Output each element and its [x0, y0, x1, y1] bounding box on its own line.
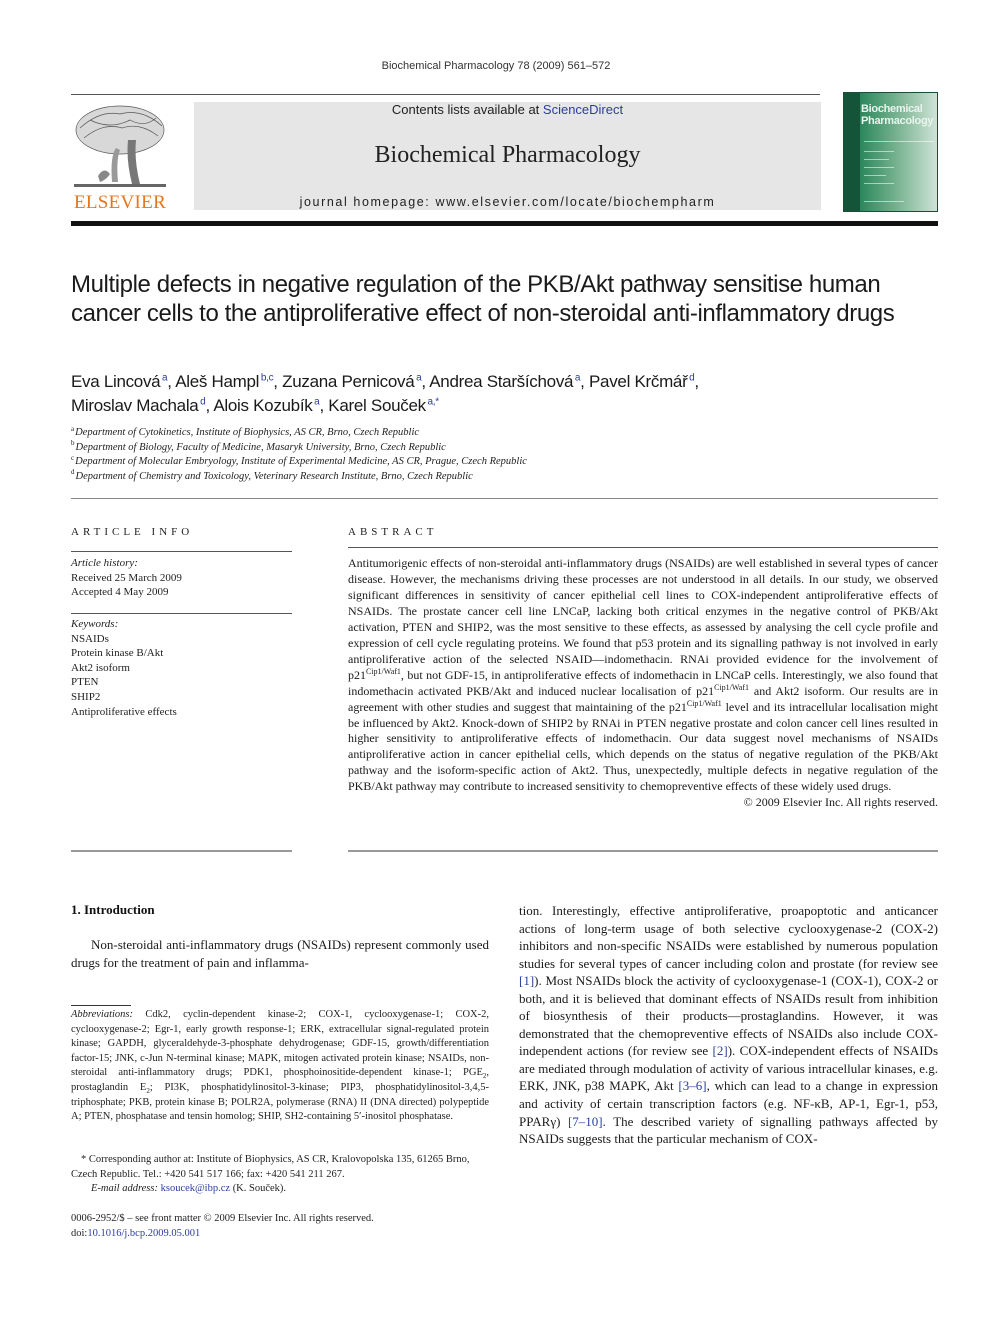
abstract-text: Antitumorigenic effects of non-steroidal… — [348, 556, 938, 810]
abbreviations-label: Abbreviations: — [71, 1009, 134, 1020]
abstract-bottom-divider — [348, 850, 938, 852]
keyword: SHIP2 — [71, 690, 101, 703]
keyword: Protein kinase B/Akt — [71, 647, 164, 660]
author-separator: , — [580, 372, 590, 391]
author-name[interactable]: Eva Lincová — [71, 372, 161, 391]
affiliation: dDepartment of Chemistry and Toxicology,… — [71, 468, 931, 485]
author-separator: , — [167, 372, 176, 391]
author-separator: , — [273, 372, 283, 391]
author-name[interactable]: Zuzana Pernicová — [282, 372, 415, 391]
keyword: Antiproliferative effects — [71, 705, 177, 718]
author-name[interactable]: Andrea Staršíchová — [429, 372, 573, 391]
keyword: PTEN — [71, 676, 99, 689]
cover-line — [864, 175, 886, 176]
footnote-divider — [71, 1005, 131, 1006]
doi-line: doi:10.1016/j.bcp.2009.05.001 — [71, 1228, 201, 1239]
affiliation-text: Department of Biology, Faculty of Medici… — [75, 441, 446, 453]
affiliation-text: Department of Cytokinetics, Institute of… — [75, 427, 420, 438]
keyword: Akt2 isoform — [71, 661, 130, 674]
author-name[interactable]: Miroslav Machala — [71, 396, 199, 415]
article-info-divider — [71, 551, 292, 552]
abbreviations-footnote: Abbreviations: Cdk2, cyclin-dependent ki… — [71, 1009, 489, 1123]
cover-title: Biochemical Pharmacology — [861, 103, 934, 127]
corresponding-author-footnote: * Corresponding author at: Institute of … — [71, 1153, 489, 1197]
abstract-divider — [348, 547, 938, 548]
contents-prefix: Contents lists available at — [391, 102, 543, 117]
keywords-label: Keywords: — [71, 618, 119, 630]
elsevier-tree-icon — [74, 105, 166, 187]
cover-stripe — [844, 93, 860, 211]
affiliation-list: aDepartment of Cytokinetics, Institute o… — [71, 424, 931, 485]
reference-link[interactable]: [7–10] — [568, 1114, 603, 1129]
article-info-bottom-divider — [71, 850, 292, 852]
issn-line: 0006-2952/$ – see front matter © 2009 El… — [71, 1213, 374, 1224]
received-date: Received 25 March 2009 — [71, 571, 182, 584]
author-list: Eva Lincová a, Aleš Hampl b,c, Zuzana Pe… — [71, 370, 931, 418]
corresponding-author-address: * Corresponding author at: Institute of … — [71, 1154, 470, 1180]
copyright-notice: © 2009 Elsevier Inc. All rights reserved… — [743, 795, 938, 810]
top-divider — [71, 94, 820, 95]
article-info-divider — [71, 613, 292, 614]
affiliation-key: a — [71, 424, 75, 433]
introduction-paragraph: Non-steroidal anti-inflammatory drugs (N… — [71, 937, 489, 970]
journal-cover-thumbnail[interactable]: Biochemical Pharmacology — [843, 92, 938, 212]
article-history: Article history: Received 25 March 2009 … — [71, 556, 292, 600]
article-info-heading: ARTICLE INFO — [71, 526, 194, 538]
cover-line — [864, 141, 934, 142]
affiliation-key: c — [71, 453, 75, 462]
issn-block: 0006-2952/$ – see front matter © 2009 El… — [71, 1211, 489, 1241]
article-title: Multiple defects in negative regulation … — [71, 271, 895, 327]
elsevier-wordmark: ELSEVIER — [73, 192, 167, 213]
email-line: E-mail address: ksoucek@ibp.cz (K. Souče… — [91, 1183, 287, 1195]
contents-line: Contents lists available at ScienceDirec… — [194, 102, 821, 117]
author-name[interactable]: Karel Souček — [328, 396, 426, 415]
sciencedirect-link[interactable]: ScienceDirect — [543, 102, 623, 117]
reference-link[interactable]: [3–6] — [678, 1078, 706, 1093]
keywords-block: Keywords: NSAIDs Protein kinase B/Akt Ak… — [71, 617, 292, 719]
cover-line — [864, 151, 894, 152]
header-thick-divider — [71, 221, 938, 226]
author-name[interactable]: Alois Kozubík — [213, 396, 312, 415]
doi-link[interactable]: 10.1016/j.bcp.2009.05.001 — [87, 1228, 200, 1239]
author-separator: , — [319, 396, 329, 415]
reference-link[interactable]: [2] — [713, 1043, 728, 1058]
author-name[interactable]: Pavel Krčmář — [589, 372, 688, 391]
journal-title: Biochemical Pharmacology — [374, 142, 641, 168]
reference-link[interactable]: [1] — [519, 973, 534, 988]
affiliation-text: Department of Chemistry and Toxicology, … — [75, 470, 473, 482]
cover-line — [864, 183, 894, 184]
affiliation: bDepartment of Biology, Faculty of Medic… — [71, 439, 931, 456]
cover-line — [864, 159, 889, 160]
introduction-column-2: tion. Interestingly, effective antiproli… — [519, 903, 939, 1147]
history-label: Article history: — [71, 557, 138, 569]
affiliation-key: b — [71, 439, 75, 447]
accepted-date: Accepted 4 May 2009 — [71, 586, 169, 599]
abstract-heading: ABSTRACT — [348, 526, 438, 538]
running-head: Biochemical Pharmacology 78 (2009) 561–5… — [381, 60, 611, 72]
author-separator: , — [694, 372, 699, 391]
affiliation: aDepartment of Cytokinetics, Institute o… — [71, 424, 931, 441]
keyword: NSAIDs — [71, 632, 109, 645]
cover-line — [864, 201, 904, 202]
journal-homepage-link[interactable]: journal homepage: www.elsevier.com/locat… — [194, 195, 821, 209]
introduction-heading: 1. Introduction — [71, 902, 155, 917]
email-link[interactable]: ksoucek@ibp.cz — [161, 1183, 230, 1194]
author-affiliation-marker[interactable]: b,c — [259, 372, 274, 383]
affiliation: cDepartment of Molecular Embryology, Ins… — [71, 453, 931, 470]
author-name[interactable]: Aleš Hampl — [175, 372, 259, 391]
author-affiliation-marker[interactable]: a,* — [426, 396, 440, 407]
affiliation-key: d — [71, 468, 75, 476]
section-divider — [71, 498, 938, 499]
email-label: E-mail address: — [91, 1183, 158, 1195]
elsevier-logo[interactable]: ELSEVIER — [70, 100, 170, 214]
affiliation-text: Department of Molecular Embryology, Inst… — [75, 456, 527, 467]
cover-line — [864, 167, 894, 168]
